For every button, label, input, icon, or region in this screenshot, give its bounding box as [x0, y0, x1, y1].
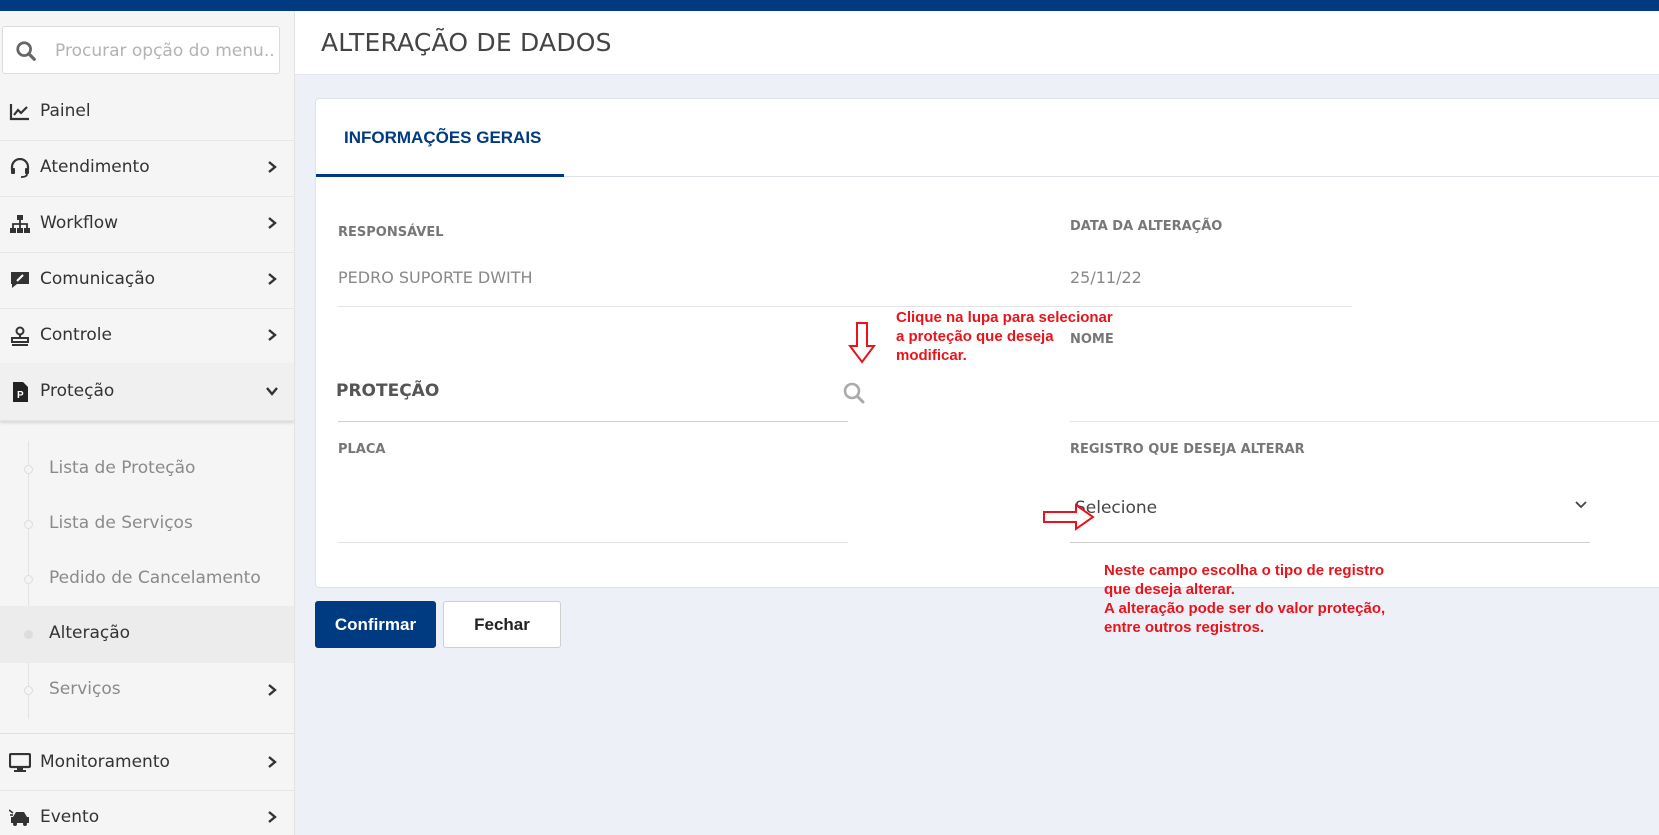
submenu-item-label: Pedido de Cancelamento	[49, 568, 261, 588]
sidebar-item-controle[interactable]: Controle	[0, 307, 294, 365]
submenu-dot	[24, 630, 33, 639]
tab-informacoes-gerais[interactable]: INFORMAÇÕES GERAIS	[316, 99, 564, 177]
submenu-item-label: Lista de Serviços	[49, 513, 193, 533]
protecao-field-label: PROTEÇÃO	[336, 381, 440, 401]
sidebar-item-label: Workflow	[40, 213, 119, 233]
car-crash-icon	[9, 809, 29, 826]
annotation-line: entre outros registros.	[1104, 619, 1265, 636]
annotation-line: que deseja alterar.	[1104, 581, 1235, 598]
comment-edit-icon	[11, 272, 29, 288]
sidebar-item-monitoramento[interactable]: Monitoramento	[0, 733, 294, 791]
svg-text:P: P	[17, 390, 24, 401]
protecao-underline	[338, 421, 848, 422]
submenu-item-pedido-cancelamento[interactable]: Pedido de Cancelamento	[0, 551, 294, 608]
chevron-down-icon	[266, 387, 278, 396]
sidebar-item-atendimento[interactable]: Atendimento	[0, 139, 294, 197]
page-title: ALTERAÇÃO DE DADOS	[321, 28, 612, 57]
submenu-dot	[24, 465, 33, 474]
submenu-item-label: Lista de Proteção	[49, 458, 196, 478]
tab-bar: INFORMAÇÕES GERAIS	[316, 99, 1659, 177]
sidebar-item-label: Proteção	[40, 381, 115, 401]
submenu-dot	[24, 575, 33, 584]
search-icon	[16, 41, 36, 61]
annotation-line: a proteção que deseja	[896, 328, 1054, 345]
sidebar-item-painel[interactable]: Painel	[0, 83, 294, 141]
submenu-item-label: Serviços	[49, 679, 121, 699]
sidebar: Painel Atendimento Workflow Comunicação …	[0, 11, 295, 835]
responsavel-underline	[338, 306, 1074, 307]
sidebar-item-label: Painel	[40, 101, 91, 121]
data-underline	[1070, 306, 1352, 307]
chevron-down-icon	[1575, 501, 1587, 509]
sidebar-item-label: Atendimento	[40, 157, 150, 177]
registro-underline	[1070, 542, 1590, 543]
arrow-right-icon	[1043, 503, 1095, 531]
sitemap-icon	[10, 215, 30, 233]
stamp-icon	[11, 326, 29, 346]
sidebar-item-label: Comunicação	[40, 269, 156, 289]
placa-underline	[338, 542, 848, 543]
chevron-right-icon	[268, 811, 277, 823]
arrow-down-icon	[848, 322, 876, 364]
menu-search[interactable]	[2, 26, 280, 74]
chevron-right-icon	[268, 756, 277, 768]
close-button[interactable]: Fechar	[443, 601, 561, 648]
chevron-right-icon	[268, 329, 277, 341]
responsavel-value: PEDRO SUPORTE DWITH	[338, 268, 533, 287]
confirm-button[interactable]: Confirmar	[315, 601, 436, 648]
page-header: ALTERAÇÃO DE DADOS	[295, 11, 1659, 75]
protecao-submenu: Lista de Proteção Lista de Serviços Pedi…	[0, 441, 294, 733]
submenu-dot	[24, 686, 33, 695]
top-bar	[0, 0, 1659, 11]
sidebar-item-label: Evento	[40, 807, 100, 827]
chevron-right-icon	[268, 161, 277, 173]
chevron-right-icon	[268, 684, 277, 696]
data-alteracao-label: DATA DA ALTERAÇÃO	[1070, 219, 1223, 234]
sidebar-item-label: Controle	[40, 325, 112, 345]
sidebar-item-label: Monitoramento	[40, 752, 170, 772]
placa-label: PLACA	[338, 442, 386, 457]
submenu-item-servicos[interactable]: Serviços	[0, 662, 294, 719]
sidebar-item-comunicacao[interactable]: Comunicação	[0, 251, 294, 309]
sidebar-item-protecao[interactable]: P Proteção	[0, 363, 294, 421]
submenu-item-lista-protecao[interactable]: Lista de Proteção	[0, 441, 294, 498]
responsavel-label: RESPONSÁVEL	[338, 225, 444, 240]
sidebar-item-evento[interactable]: Evento	[0, 789, 294, 835]
submenu-item-label: Alteração	[49, 623, 131, 643]
chevron-right-icon	[268, 217, 277, 229]
file-p-icon: P	[13, 382, 28, 402]
registro-label: REGISTRO QUE DESEJA ALTERAR	[1070, 442, 1305, 457]
data-alteracao-value: 25/11/22	[1070, 268, 1142, 287]
search-icon[interactable]	[842, 381, 866, 405]
search-input[interactable]	[55, 37, 273, 65]
sidebar-item-workflow[interactable]: Workflow	[0, 195, 294, 253]
monitor-icon	[9, 753, 31, 772]
submenu-dot	[24, 520, 33, 529]
annotation-line: A alteração pode ser do valor proteção,	[1104, 600, 1386, 617]
tab-label: INFORMAÇÕES GERAIS	[344, 128, 542, 147]
nome-underline	[1070, 421, 1659, 422]
registro-select[interactable]: Selecione	[1070, 482, 1590, 532]
annotation-line: modificar.	[896, 347, 967, 364]
chart-line-icon	[9, 104, 29, 121]
submenu-item-alteracao[interactable]: Alteração	[0, 606, 294, 663]
annotation-line: Neste campo escolha o tipo de registro	[1104, 562, 1385, 579]
chevron-right-icon	[268, 273, 277, 285]
annotation-lupa: Clique na lupa para selecionar a proteçã…	[896, 308, 1113, 365]
headset-icon	[10, 158, 30, 178]
annotation-registro: Neste campo escolha o tipo de registro q…	[1104, 561, 1385, 637]
annotation-line: Clique na lupa para selecionar	[896, 309, 1113, 326]
submenu-item-lista-servicos[interactable]: Lista de Serviços	[0, 496, 294, 553]
